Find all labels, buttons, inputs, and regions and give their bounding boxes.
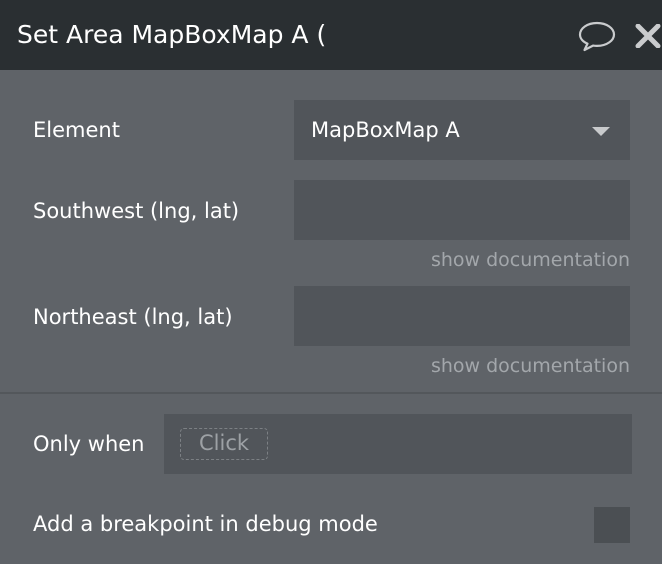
only-when-click-placeholder[interactable]: Click: [180, 428, 269, 460]
breakpoint-checkbox[interactable]: [594, 507, 630, 543]
close-icon[interactable]: [634, 24, 662, 48]
southwest-show-documentation-link[interactable]: show documentation: [431, 248, 630, 272]
only-when-label: Only when: [33, 432, 145, 456]
element-dropdown-value: MapBoxMap A: [311, 118, 460, 142]
dialog-header: Set Area MapBoxMap A (: [0, 0, 662, 70]
chevron-down-icon: [592, 127, 610, 136]
northeast-input[interactable]: [294, 286, 630, 346]
northeast-show-documentation-link[interactable]: show documentation: [431, 354, 630, 378]
northeast-label: Northeast (lng, lat): [33, 305, 233, 329]
comment-icon[interactable]: [578, 20, 616, 52]
section-divider: [0, 392, 662, 394]
southwest-label: Southwest (lng, lat): [33, 199, 240, 223]
southwest-input[interactable]: [294, 180, 630, 240]
element-dropdown[interactable]: MapBoxMap A: [294, 100, 630, 160]
breakpoint-label: Add a breakpoint in debug mode: [33, 512, 378, 536]
dialog-title: Set Area MapBoxMap A (: [17, 20, 327, 49]
only-when-condition-field[interactable]: Click: [164, 414, 632, 474]
element-label: Element: [33, 118, 120, 142]
